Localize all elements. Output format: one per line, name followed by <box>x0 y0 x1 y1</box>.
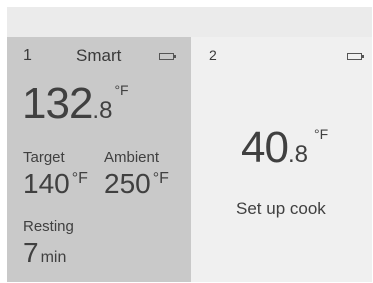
current-temp-int: 40 <box>241 123 289 172</box>
mode-label: Smart <box>76 46 122 65</box>
target-unit: °F <box>71 170 88 187</box>
resting-unit: min <box>40 249 67 266</box>
resting-value: 7 <box>23 237 39 268</box>
current-temp-dec: .8 <box>92 97 113 124</box>
ambient-unit: °F <box>152 170 169 187</box>
thermometer-display: 1 Smart 132.8 °F Target Ambient 140 °F 250… <box>7 7 372 282</box>
probe-2-panel[interactable]: 2 40.8 °F Set up cook <box>191 37 372 282</box>
target-temperature: 140 °F <box>23 168 88 200</box>
set-up-cook-button[interactable]: Set up cook <box>236 199 326 219</box>
current-temp-unit: °F <box>114 82 129 98</box>
probe-1-panel[interactable]: 1 Smart 132.8 °F Target Ambient 140 °F 250… <box>7 37 191 282</box>
current-temp-unit: °F <box>313 126 329 142</box>
ambient-value: 250 <box>104 168 151 199</box>
current-temperature: 40.8 °F <box>241 123 328 173</box>
battery-icon <box>159 53 176 60</box>
probe-number: 1 <box>23 47 32 64</box>
resting-time: 7 min <box>23 237 66 269</box>
current-temp-dec: .8 <box>287 141 308 168</box>
target-label: Target <box>23 149 65 166</box>
top-bar <box>7 7 372 37</box>
battery-icon <box>347 53 364 60</box>
resting-label: Resting <box>23 218 74 235</box>
ambient-label: Ambient <box>104 149 160 166</box>
probe-number: 2 <box>209 47 217 63</box>
target-value: 140 <box>23 168 70 199</box>
current-temp-int: 132 <box>22 79 93 128</box>
ambient-temperature: 250 °F <box>104 168 169 200</box>
current-temperature: 132.8 °F <box>22 79 129 129</box>
